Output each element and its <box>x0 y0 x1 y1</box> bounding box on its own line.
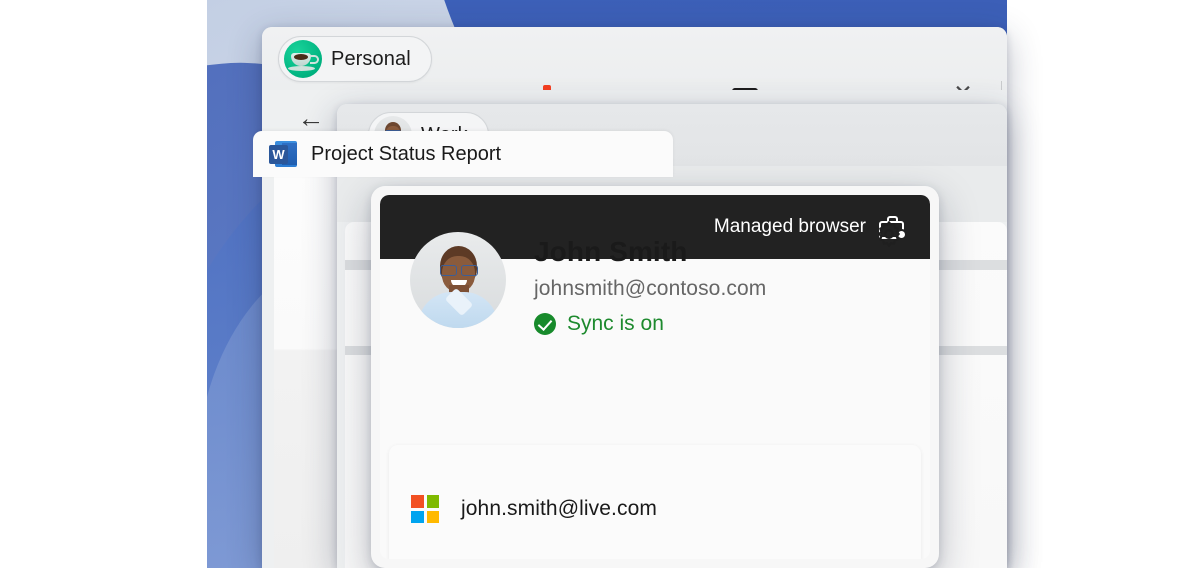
check-circle-icon <box>534 313 556 335</box>
coffee-cup-avatar <box>284 40 322 78</box>
tab-work-project-status[interactable]: W Project Status Report <box>253 131 673 177</box>
sync-status-row[interactable]: Sync is on <box>534 312 766 336</box>
microsoft-word-icon: W <box>269 139 297 169</box>
user-photo-avatar <box>410 232 506 328</box>
screenshot-stage: Personal Super Shopping Now ✕ ← <box>0 0 1202 568</box>
tab-strip-personal: Personal Super Shopping Now ✕ <box>262 27 1007 90</box>
linked-account-email: john.smith@live.com <box>461 497 657 521</box>
account-name: John Smith <box>534 236 766 268</box>
account-email: johnsmith@contoso.com <box>534 277 766 301</box>
account-flyout-inner: Managed browser John Smith johns <box>380 195 930 559</box>
gear-icon[interactable] <box>874 219 904 249</box>
word-icon-letter: W <box>269 145 288 164</box>
account-flyout-panel: Managed browser John Smith johns <box>371 186 939 568</box>
profile-pill-label: Personal <box>331 48 411 71</box>
linked-account-row[interactable]: john.smith@live.com <box>411 495 657 523</box>
account-identity: John Smith johnsmith@contoso.com Sync is… <box>410 232 766 336</box>
microsoft-logo-icon <box>411 495 439 523</box>
sync-status-label: Sync is on <box>567 312 664 336</box>
profile-pill-personal[interactable]: Personal <box>278 36 432 82</box>
tab-title-work: Project Status Report <box>311 143 501 166</box>
